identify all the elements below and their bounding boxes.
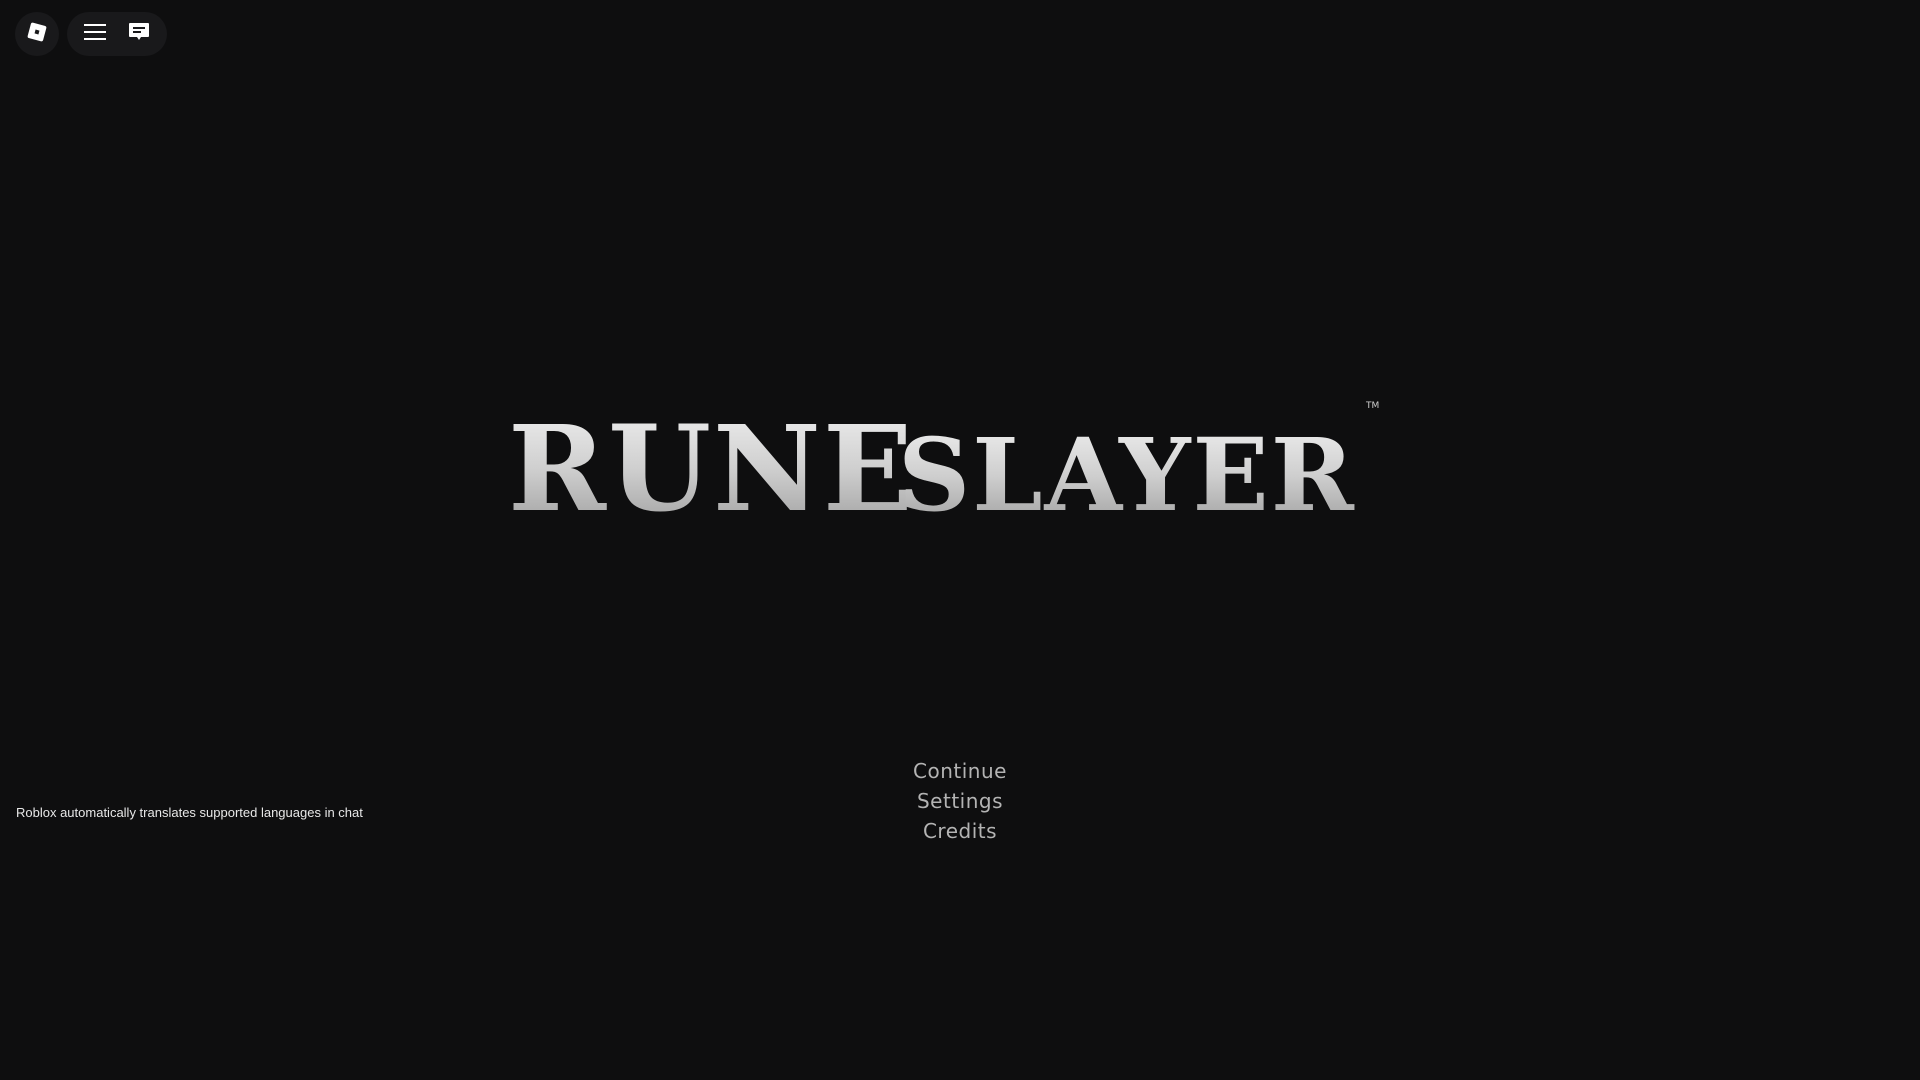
menu-settings-button[interactable]: Settings bbox=[917, 786, 1003, 816]
chat-translation-notice: Roblox automatically translates supporte… bbox=[16, 805, 363, 820]
game-logo: RUNE SLAYER TM bbox=[500, 380, 1420, 560]
menu-credits-button[interactable]: Credits bbox=[923, 816, 997, 846]
chat-button[interactable] bbox=[121, 16, 157, 52]
roblox-topbar bbox=[15, 12, 167, 56]
hamburger-menu-button[interactable] bbox=[77, 16, 113, 52]
main-menu: Continue Settings Credits bbox=[0, 756, 1920, 846]
chat-icon bbox=[127, 20, 151, 48]
topbar-pill bbox=[67, 12, 167, 56]
roblox-menu-button[interactable] bbox=[15, 12, 59, 56]
hamburger-icon bbox=[84, 23, 106, 45]
roblox-logo-icon bbox=[26, 21, 48, 47]
menu-continue-button[interactable]: Continue bbox=[913, 756, 1007, 786]
logo-word-slayer: SLAYER bbox=[898, 416, 1356, 534]
logo-word-rune: RUNE bbox=[508, 399, 915, 538]
logo-trademark: TM bbox=[1365, 401, 1379, 411]
game-screen: RUNE SLAYER TM Continue Settings Credits… bbox=[0, 0, 1920, 1080]
